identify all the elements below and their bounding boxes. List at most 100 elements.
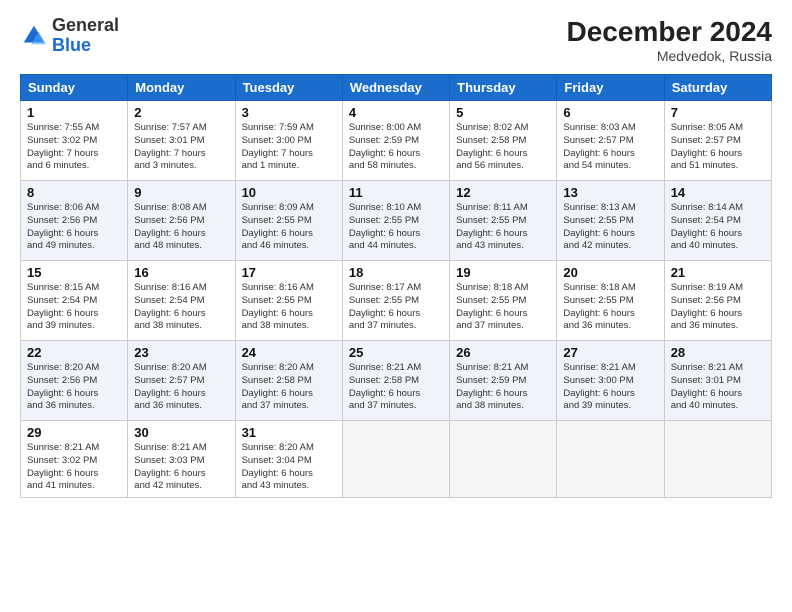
empty-cell xyxy=(664,421,771,498)
day-info-24: Sunrise: 8:20 AMSunset: 2:58 PMDaylight:… xyxy=(242,362,336,413)
day-info-31: Sunrise: 8:20 AMSunset: 3:04 PMDaylight:… xyxy=(242,442,336,493)
day-20: 20 Sunrise: 8:18 AMSunset: 2:55 PMDayligh… xyxy=(557,261,664,341)
day-info-1: Sunrise: 7:55 AMSunset: 3:02 PMDaylight:… xyxy=(27,122,121,173)
day-info-22: Sunrise: 8:20 AMSunset: 2:56 PMDaylight:… xyxy=(27,362,121,413)
header: General Blue December 2024 Medvedok, Rus… xyxy=(20,16,772,64)
day-info-3: Sunrise: 7:59 AMSunset: 3:00 PMDaylight:… xyxy=(242,122,336,173)
location: Medvedok, Russia xyxy=(567,48,772,64)
day-info-30: Sunrise: 8:21 AMSunset: 3:03 PMDaylight:… xyxy=(134,442,228,493)
day-number-6: 6 xyxy=(563,105,657,120)
day-number-27: 27 xyxy=(563,345,657,360)
day-info-9: Sunrise: 8:08 AMSunset: 2:56 PMDaylight:… xyxy=(134,202,228,253)
day-info-28: Sunrise: 8:21 AMSunset: 3:01 PMDaylight:… xyxy=(671,362,765,413)
day-info-2: Sunrise: 7:57 AMSunset: 3:01 PMDaylight:… xyxy=(134,122,228,173)
day-13: 13 Sunrise: 8:13 AMSunset: 2:55 PMDayligh… xyxy=(557,181,664,261)
day-25: 25Sunrise: 8:21 AMSunset: 2:58 PMDayligh… xyxy=(342,341,449,421)
day-18: 18 Sunrise: 8:17 AMSunset: 2:55 PMDayligh… xyxy=(342,261,449,341)
day-info-17: Sunrise: 8:16 AMSunset: 2:55 PMDaylight:… xyxy=(242,282,336,333)
day-number-1: 1 xyxy=(27,105,121,120)
day-9: 9 Sunrise: 8:08 AMSunset: 2:56 PMDaylight… xyxy=(128,181,235,261)
day-number-9: 9 xyxy=(134,185,228,200)
title-block: December 2024 Medvedok, Russia xyxy=(567,16,772,64)
day-info-27: Sunrise: 8:21 AMSunset: 3:00 PMDaylight:… xyxy=(563,362,657,413)
col-saturday: Saturday xyxy=(664,75,771,101)
day-27: 27 Sunrise: 8:21 AMSunset: 3:00 PMDayligh… xyxy=(557,341,664,421)
month-title: December 2024 xyxy=(567,16,772,48)
day-number-3: 3 xyxy=(242,105,336,120)
day-5: 5 Sunrise: 8:02 AMSunset: 2:58 PMDaylight… xyxy=(450,101,557,181)
day-19: 19 Sunrise: 8:18 AMSunset: 2:55 PMDayligh… xyxy=(450,261,557,341)
day-number-21: 21 xyxy=(671,265,765,280)
col-friday: Friday xyxy=(557,75,664,101)
logo: General Blue xyxy=(20,16,119,56)
day-info-14: Sunrise: 8:14 AMSunset: 2:54 PMDaylight:… xyxy=(671,202,765,253)
day-info-15: Sunrise: 8:15 AMSunset: 2:54 PMDaylight:… xyxy=(27,282,121,333)
day-number-24: 24 xyxy=(242,345,336,360)
day-info-23: Sunrise: 8:20 AMSunset: 2:57 PMDaylight:… xyxy=(134,362,228,413)
day-number-28: 28 xyxy=(671,345,765,360)
page: General Blue December 2024 Medvedok, Rus… xyxy=(0,0,792,612)
day-number-25: 25 xyxy=(349,345,443,360)
day-number-22: 22 xyxy=(27,345,121,360)
day-info-13: Sunrise: 8:13 AMSunset: 2:55 PMDaylight:… xyxy=(563,202,657,253)
day-number-5: 5 xyxy=(456,105,550,120)
day-info-21: Sunrise: 8:19 AMSunset: 2:56 PMDaylight:… xyxy=(671,282,765,333)
empty-cell xyxy=(557,421,664,498)
day-number-29: 29 xyxy=(27,425,121,440)
logo-blue: Blue xyxy=(52,35,91,55)
day-info-29: Sunrise: 8:21 AMSunset: 3:02 PMDaylight:… xyxy=(27,442,121,493)
day-number-13: 13 xyxy=(563,185,657,200)
day-16: 16 Sunrise: 8:16 AMSunset: 2:54 PMDayligh… xyxy=(128,261,235,341)
day-6: 6 Sunrise: 8:03 AMSunset: 2:57 PMDaylight… xyxy=(557,101,664,181)
day-number-7: 7 xyxy=(671,105,765,120)
day-12: 12Sunrise: 8:11 AMSunset: 2:55 PMDayligh… xyxy=(450,181,557,261)
day-1: 1 Sunrise: 7:55 AMSunset: 3:02 PMDaylight… xyxy=(21,101,128,181)
day-4: 4Sunrise: 8:00 AMSunset: 2:59 PMDaylight… xyxy=(342,101,449,181)
day-8: 8 Sunrise: 8:06 AMSunset: 2:56 PMDaylight… xyxy=(21,181,128,261)
day-23: 23Sunrise: 8:20 AMSunset: 2:57 PMDayligh… xyxy=(128,341,235,421)
day-15: 15 Sunrise: 8:15 AMSunset: 2:54 PMDayligh… xyxy=(21,261,128,341)
day-number-2: 2 xyxy=(134,105,228,120)
day-info-10: Sunrise: 8:09 AMSunset: 2:55 PMDaylight:… xyxy=(242,202,336,253)
day-24: 24 Sunrise: 8:20 AMSunset: 2:58 PMDayligh… xyxy=(235,341,342,421)
day-info-4: Sunrise: 8:00 AMSunset: 2:59 PMDaylight:… xyxy=(349,122,443,173)
day-info-18: Sunrise: 8:17 AMSunset: 2:55 PMDaylight:… xyxy=(349,282,443,333)
day-number-18: 18 xyxy=(349,265,443,280)
day-number-8: 8 xyxy=(27,185,121,200)
day-number-31: 31 xyxy=(242,425,336,440)
logo-text: General Blue xyxy=(52,16,119,56)
day-30: 30 Sunrise: 8:21 AMSunset: 3:03 PMDayligh… xyxy=(128,421,235,498)
empty-cell xyxy=(450,421,557,498)
day-info-5: Sunrise: 8:02 AMSunset: 2:58 PMDaylight:… xyxy=(456,122,550,173)
day-17: 17Sunrise: 8:16 AMSunset: 2:55 PMDayligh… xyxy=(235,261,342,341)
day-2: 2 Sunrise: 7:57 AMSunset: 3:01 PMDaylight… xyxy=(128,101,235,181)
day-number-20: 20 xyxy=(563,265,657,280)
day-number-19: 19 xyxy=(456,265,550,280)
day-3: 3 Sunrise: 7:59 AMSunset: 3:00 PMDaylight… xyxy=(235,101,342,181)
day-29: 29 Sunrise: 8:21 AMSunset: 3:02 PMDayligh… xyxy=(21,421,128,498)
day-31: 31 Sunrise: 8:20 AMSunset: 3:04 PMDayligh… xyxy=(235,421,342,498)
day-22: 22 Sunrise: 8:20 AMSunset: 2:56 PMDayligh… xyxy=(21,341,128,421)
col-monday: Monday xyxy=(128,75,235,101)
day-21: 21 Sunrise: 8:19 AMSunset: 2:56 PMDayligh… xyxy=(664,261,771,341)
day-7: 7Sunrise: 8:05 AMSunset: 2:57 PMDaylight… xyxy=(664,101,771,181)
day-number-16: 16 xyxy=(134,265,228,280)
day-14: 14 Sunrise: 8:14 AMSunset: 2:54 PMDayligh… xyxy=(664,181,771,261)
day-info-11: Sunrise: 8:10 AMSunset: 2:55 PMDaylight:… xyxy=(349,202,443,253)
logo-icon xyxy=(20,22,48,50)
day-info-19: Sunrise: 8:18 AMSunset: 2:55 PMDaylight:… xyxy=(456,282,550,333)
day-11: 11 Sunrise: 8:10 AMSunset: 2:55 PMDayligh… xyxy=(342,181,449,261)
col-thursday: Thursday xyxy=(450,75,557,101)
day-info-16: Sunrise: 8:16 AMSunset: 2:54 PMDaylight:… xyxy=(134,282,228,333)
day-number-14: 14 xyxy=(671,185,765,200)
day-28: 28 Sunrise: 8:21 AMSunset: 3:01 PMDayligh… xyxy=(664,341,771,421)
logo-general: General xyxy=(52,15,119,35)
empty-cell xyxy=(342,421,449,498)
day-info-8: Sunrise: 8:06 AMSunset: 2:56 PMDaylight:… xyxy=(27,202,121,253)
day-info-20: Sunrise: 8:18 AMSunset: 2:55 PMDaylight:… xyxy=(563,282,657,333)
day-number-15: 15 xyxy=(27,265,121,280)
day-info-6: Sunrise: 8:03 AMSunset: 2:57 PMDaylight:… xyxy=(563,122,657,173)
day-number-11: 11 xyxy=(349,185,443,200)
day-number-26: 26 xyxy=(456,345,550,360)
day-number-30: 30 xyxy=(134,425,228,440)
